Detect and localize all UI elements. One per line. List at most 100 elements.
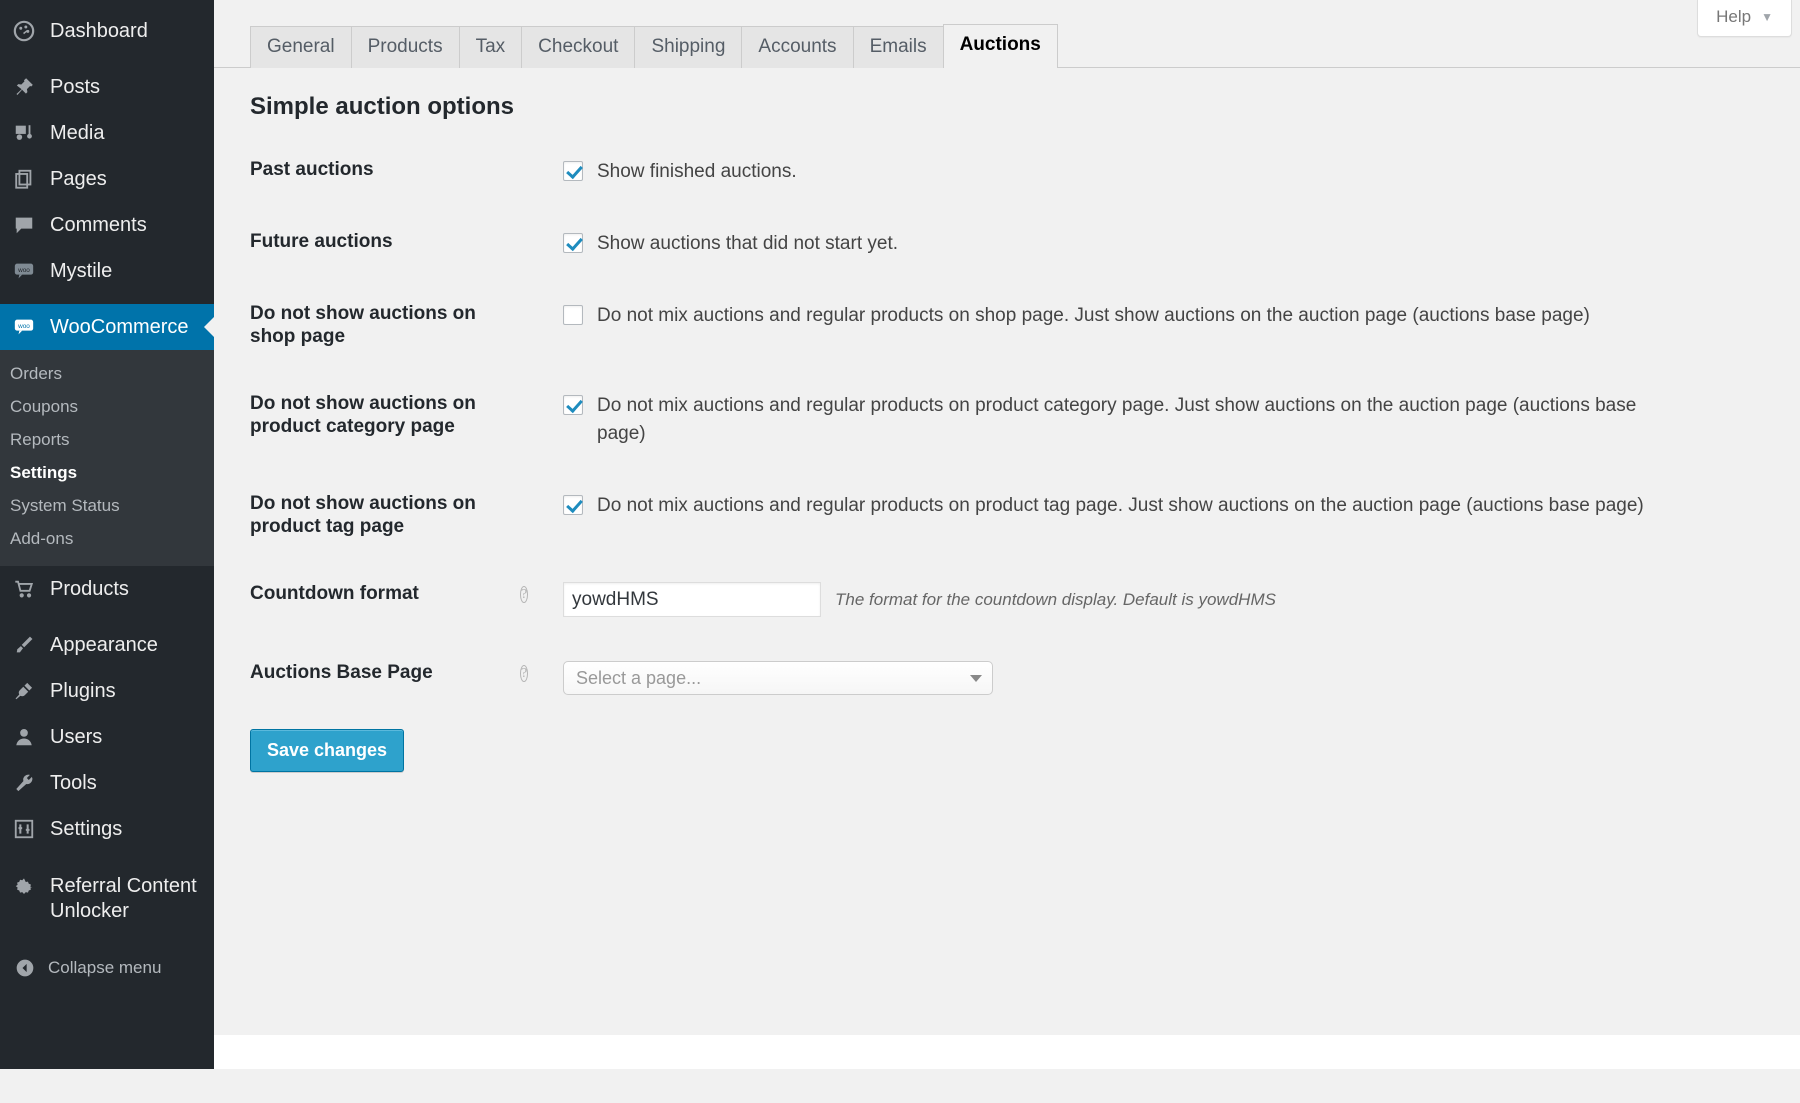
settings-tabs: General Products Tax Checkout Shipping A… [214, 0, 1800, 68]
tip-spacer: ? [520, 661, 563, 683]
submenu-item-coupons[interactable]: Coupons [0, 391, 214, 424]
chevron-down-icon [970, 675, 982, 682]
row-label-auctions-base-page: Auctions Base Page [250, 639, 520, 717]
user-icon [12, 725, 36, 749]
sidebar-item-label: Mystile [50, 259, 112, 283]
checkbox-no-product-tag-page[interactable] [563, 495, 583, 515]
row-field-future-auctions: Show auctions that did not start yet. [520, 208, 1800, 280]
sidebar-item-products[interactable]: Products [0, 566, 214, 612]
row-label-no-product-tag-page: Do not show auctions on product tag page [250, 470, 520, 560]
row-label-future-auctions: Future auctions [250, 208, 520, 280]
sidebar-divider [0, 612, 214, 622]
svg-text:woo: woo [17, 323, 30, 330]
countdown-format-description: The format for the countdown display. De… [835, 582, 1276, 617]
checkbox-label: Do not mix auctions and regular products… [597, 392, 1687, 448]
checkbox-label: Do not mix auctions and regular products… [597, 302, 1590, 330]
sidebar-item-tools[interactable]: Tools [0, 760, 214, 806]
sidebar-item-posts[interactable]: Posts [0, 64, 214, 110]
main-content: Help ▼ General Products Tax Checkout Shi… [214, 0, 1800, 1069]
checkbox-label: Show finished auctions. [597, 158, 797, 186]
row-field-no-product-tag-page: Do not mix auctions and regular products… [520, 470, 1800, 560]
checkbox-label: Do not mix auctions and regular products… [597, 492, 1644, 520]
help-label: Help [1716, 7, 1751, 27]
sidebar-item-label: Products [50, 577, 129, 601]
submenu-item-orders[interactable]: Orders [0, 358, 214, 391]
table-row: Future auctions Show auctions that did n… [250, 208, 1800, 280]
submenu-item-system-status[interactable]: System Status [0, 490, 214, 523]
sidebar-item-label: Settings [50, 817, 122, 841]
pin-icon [12, 75, 36, 99]
table-row: Do not show auctions on product tag page… [250, 470, 1800, 560]
dashboard-icon [12, 19, 36, 43]
help-button[interactable]: Help ▼ [1697, 0, 1792, 37]
countdown-format-input[interactable] [563, 582, 821, 617]
submenu-item-settings[interactable]: Settings [0, 457, 214, 490]
sidebar-item-label: Pages [50, 167, 107, 191]
tab-accounts[interactable]: Accounts [741, 26, 853, 68]
sidebar-item-users[interactable]: Users [0, 714, 214, 760]
comments-icon [12, 213, 36, 237]
svg-text:woo: woo [17, 267, 30, 274]
plug-icon [12, 679, 36, 703]
checkbox-no-product-category-page[interactable] [563, 395, 583, 415]
cart-icon [12, 577, 36, 601]
auctions-base-page-select[interactable]: Select a page... [563, 661, 993, 695]
tab-checkout[interactable]: Checkout [521, 26, 635, 68]
help-tip-icon[interactable]: ? [520, 665, 528, 682]
row-field-countdown-format: ? The format for the countdown display. … [520, 560, 1800, 639]
woo-icon: woo [12, 315, 36, 339]
wrench-icon [12, 771, 36, 795]
sidebar-item-dashboard[interactable]: Dashboard [0, 8, 214, 54]
sidebar-item-label: Posts [50, 75, 100, 99]
table-row: Do not show auctions on shop page Do not… [250, 280, 1800, 370]
gear-icon [12, 876, 36, 900]
admin-sidebar: Dashboard Posts Media Pages Commen [0, 0, 214, 1069]
tab-auctions[interactable]: Auctions [943, 24, 1058, 68]
sidebar-divider [0, 935, 214, 945]
sidebar-item-mystile[interactable]: woo Mystile [0, 248, 214, 294]
sidebar-item-pages[interactable]: Pages [0, 156, 214, 202]
collapse-menu-label: Collapse menu [48, 958, 161, 978]
sidebar-item-settings[interactable]: Settings [0, 806, 214, 852]
checkbox-future-auctions[interactable] [563, 233, 583, 253]
brush-icon [12, 633, 36, 657]
table-row: Past auctions Show finished auctions. [250, 136, 1800, 208]
sidebar-divider [0, 294, 214, 304]
tab-products[interactable]: Products [351, 26, 460, 68]
tab-emails[interactable]: Emails [853, 26, 944, 68]
tip-spacer: ? [520, 582, 563, 604]
media-icon [12, 121, 36, 145]
sidebar-item-label: Referral Content Unlocker [50, 874, 200, 924]
checkbox-no-shop-page[interactable] [563, 305, 583, 325]
sidebar-item-woocommerce[interactable]: woo WooCommerce [0, 304, 214, 350]
row-label-countdown-format: Countdown format [250, 560, 520, 639]
sidebar-item-label: WooCommerce [50, 315, 189, 339]
settings-content: Simple auction options Past auctions Sho… [214, 92, 1800, 772]
sliders-icon [12, 817, 36, 841]
submenu-item-add-ons[interactable]: Add-ons [0, 523, 214, 556]
sidebar-item-appearance[interactable]: Appearance [0, 622, 214, 668]
collapse-menu-button[interactable]: Collapse menu [0, 945, 214, 991]
sidebar-item-label: Comments [50, 213, 147, 237]
sidebar-item-referral-content-unlocker[interactable]: Referral Content Unlocker [0, 862, 214, 935]
sidebar-item-plugins[interactable]: Plugins [0, 668, 214, 714]
submenu-item-reports[interactable]: Reports [0, 424, 214, 457]
tab-tax[interactable]: Tax [459, 26, 523, 68]
table-row: Countdown format ? The format for the co… [250, 560, 1800, 639]
sidebar-item-comments[interactable]: Comments [0, 202, 214, 248]
woo-icon: woo [12, 259, 36, 283]
checkbox-past-auctions[interactable] [563, 161, 583, 181]
tab-shipping[interactable]: Shipping [634, 26, 742, 68]
row-field-no-product-category-page: Do not mix auctions and regular products… [520, 370, 1800, 470]
tab-general[interactable]: General [250, 26, 352, 68]
sidebar-item-media[interactable]: Media [0, 110, 214, 156]
woocommerce-submenu: Orders Coupons Reports Settings System S… [0, 350, 214, 566]
admin-screen: Dashboard Posts Media Pages Commen [0, 0, 1800, 1103]
help-tip-icon[interactable]: ? [520, 586, 528, 603]
save-changes-button[interactable]: Save changes [250, 729, 404, 772]
sidebar-item-label: Dashboard [50, 19, 148, 43]
page-title: Simple auction options [250, 92, 1800, 122]
row-label-past-auctions: Past auctions [250, 136, 520, 208]
row-label-no-shop-page: Do not show auctions on shop page [250, 280, 520, 370]
auction-options-table: Past auctions Show finished auctions. [250, 136, 1800, 717]
